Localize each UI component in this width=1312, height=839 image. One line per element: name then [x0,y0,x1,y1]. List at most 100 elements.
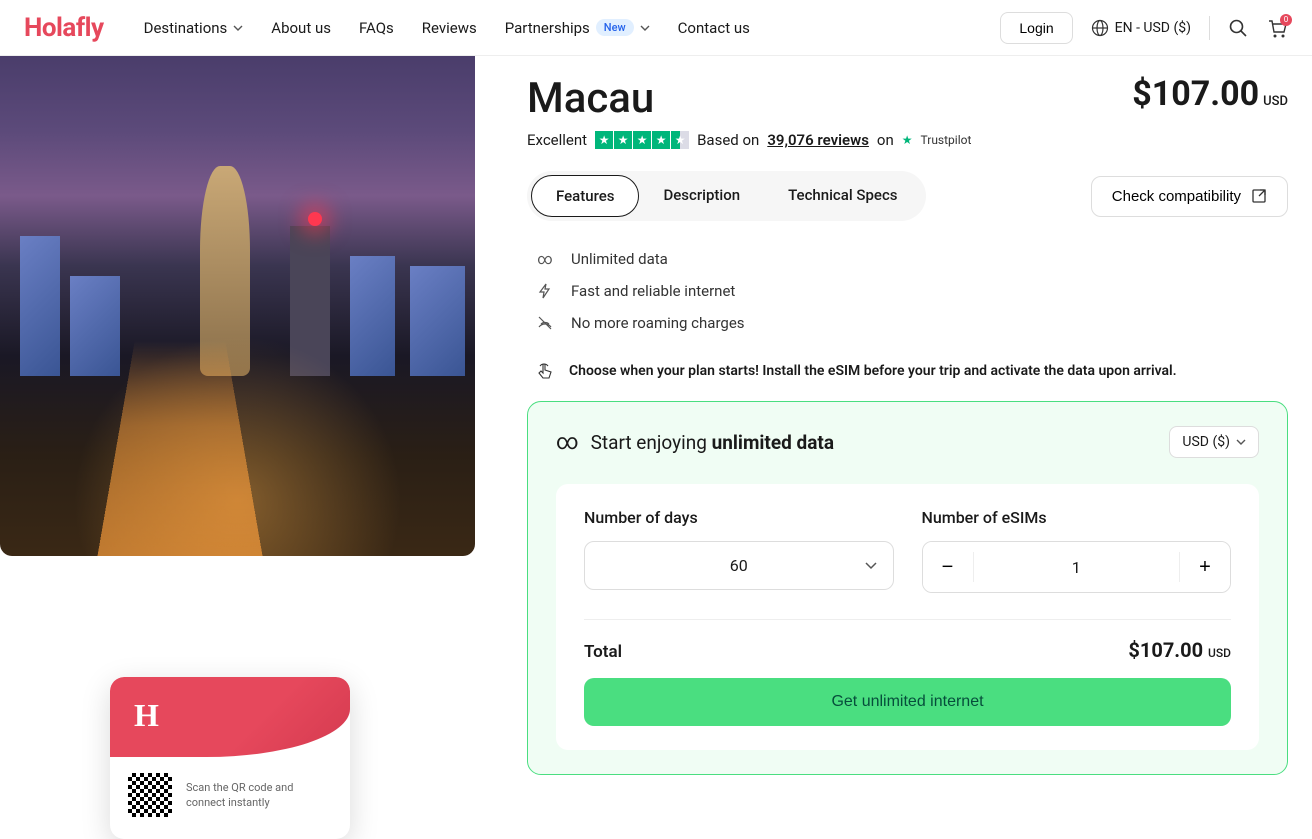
nav-partnerships[interactable]: Partnerships New [505,19,650,37]
reviews-link[interactable]: 39,076 reviews [767,131,869,149]
features-list: ∞ Unlimited data Fast and reliable inter… [527,243,1288,339]
product-image-column: H Scan the QR code and connect instantly [0,56,475,799]
cart-count-badge: 0 [1280,14,1292,26]
tab-description[interactable]: Description [639,175,764,217]
feature-text: No more roaming charges [571,314,745,332]
destination-image [0,56,475,556]
chevron-down-icon [1236,439,1246,445]
price-amount: $107.00 [1132,74,1259,114]
check-compatibility-button[interactable]: Check compatibility [1091,176,1288,217]
sim-instruction-text: Scan the QR code and connect instantly [186,780,332,811]
decrement-button[interactable]: − [923,542,973,592]
feature-item: Fast and reliable internet [527,275,1288,307]
selectors-row: Number of days 60 Number of eSIMs − [584,508,1231,593]
lightning-icon [535,283,555,299]
chevron-down-icon [640,25,650,31]
rating-row: Excellent ★ ★ ★ ★ ★ Based on 39,076 revi… [527,131,1288,149]
locale-selector[interactable]: EN - USD ($) [1091,19,1191,37]
infinity-icon: ∞ [535,250,555,268]
product-details: Macau $107.00 USD Excellent ★ ★ ★ ★ ★ Ba… [499,56,1312,799]
star-icon: ★ [633,131,651,149]
header: Holafly Destinations About us FAQs Revie… [0,0,1312,56]
currency-selector[interactable]: USD ($) [1169,426,1259,458]
total-row: Total $107.00 USD [584,619,1231,678]
divider [1209,16,1210,40]
feature-item: ∞ Unlimited data [527,243,1288,275]
tab-features[interactable]: Features [531,175,639,217]
search-icon [1228,18,1248,38]
feature-item: No more roaming charges [527,307,1288,339]
nav-contact[interactable]: Contact us [678,19,750,37]
plan-note: Choose when your plan starts! Install th… [527,361,1288,381]
quantity-value: 1 [974,542,1180,592]
order-inner: Number of days 60 Number of eSIMs − [556,484,1259,750]
chevron-down-icon [233,25,243,31]
nav-reviews[interactable]: Reviews [422,19,477,37]
total-currency: USD [1208,646,1231,660]
main-nav: Destinations About us FAQs Reviews Partn… [144,19,1001,37]
globe-icon [1091,19,1109,37]
order-title-bold: unlimited data [712,431,834,454]
header-right: Login EN - USD ($) 0 [1000,12,1288,44]
currency-label: USD ($) [1182,434,1230,450]
main-container: H Scan the QR code and connect instantly… [0,56,1312,799]
nav-destinations[interactable]: Destinations [144,19,244,37]
get-internet-button[interactable]: Get unlimited internet [584,678,1231,726]
days-value: 60 [730,556,748,575]
brand-logo[interactable]: Holafly [24,13,104,43]
total-amount: $107.00 [1128,638,1203,662]
locale-text: EN - USD ($) [1115,20,1191,36]
order-box: ∞ Start enjoying unlimited data USD ($) … [527,401,1288,775]
order-title-prefix: Start enjoying [591,431,712,454]
login-button[interactable]: Login [1000,12,1072,44]
nav-label: Partnerships [505,19,590,37]
search-button[interactable] [1228,18,1248,38]
tap-icon [535,361,555,381]
days-select[interactable]: 60 [584,541,894,590]
sim-logo-icon: H [134,697,159,734]
reviews-on: on [877,131,894,149]
external-edit-icon [1251,188,1267,204]
tab-technical-specs[interactable]: Technical Specs [764,175,921,217]
star-icon: ★ [652,131,670,149]
days-group: Number of days 60 [584,508,894,593]
product-title: Macau [527,74,654,123]
cart-button[interactable]: 0 [1266,18,1288,38]
nav-label: Destinations [144,19,228,37]
order-title: ∞ Start enjoying unlimited data [556,430,834,455]
qr-code-icon [128,773,172,817]
nav-about[interactable]: About us [271,19,331,37]
nav-faqs[interactable]: FAQs [359,19,394,37]
plan-note-text: Choose when your plan starts! Install th… [569,363,1177,379]
esims-group: Number of eSIMs − 1 + [922,508,1232,593]
tab-group: Features Description Technical Specs [527,171,926,221]
title-price-row: Macau $107.00 USD [527,74,1288,131]
compat-label: Check compatibility [1112,188,1241,205]
star-half-icon: ★ [671,131,689,149]
no-signal-icon [535,315,555,331]
sim-card-top: H [110,677,350,757]
chevron-down-icon [865,562,877,570]
tabs-row: Features Description Technical Specs Che… [527,171,1288,221]
price-display: $107.00 USD [1132,74,1288,114]
trustpilot-label: Trustpilot [921,133,972,147]
star-icon: ★ [614,131,632,149]
increment-button[interactable]: + [1180,542,1230,592]
feature-text: Unlimited data [571,250,668,268]
quantity-stepper: − 1 + [922,541,1232,593]
order-header: ∞ Start enjoying unlimited data USD ($) [556,426,1259,458]
star-rating: ★ ★ ★ ★ ★ [595,131,689,149]
sim-card: H Scan the QR code and connect instantly [110,677,350,839]
price-currency: USD [1263,94,1288,109]
total-price: $107.00 USD [1128,638,1231,662]
rating-label: Excellent [527,131,587,149]
star-icon: ★ [595,131,613,149]
feature-text: Fast and reliable internet [571,282,735,300]
new-badge: New [596,19,634,36]
trustpilot-star-icon: ★ [902,133,913,147]
infinity-icon: ∞ [556,430,579,455]
sim-card-bottom: Scan the QR code and connect instantly [110,757,350,839]
days-label: Number of days [584,508,894,527]
total-label: Total [584,642,622,662]
esims-label: Number of eSIMs [922,508,1232,527]
